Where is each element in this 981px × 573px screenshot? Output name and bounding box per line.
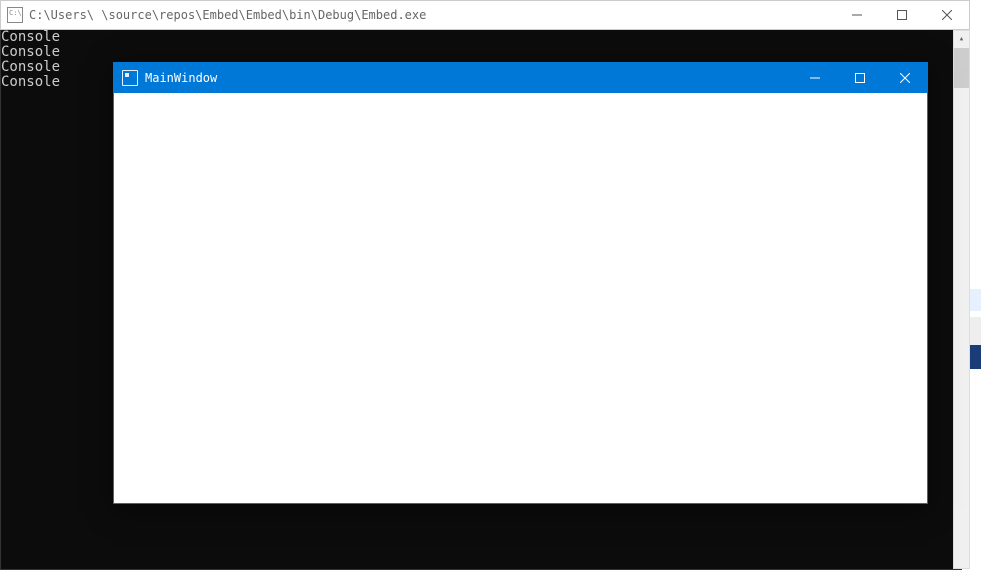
app-icon bbox=[122, 70, 138, 86]
console-line: Console bbox=[1, 30, 961, 45]
main-window-close-button[interactable] bbox=[882, 63, 927, 93]
console-maximize-button[interactable] bbox=[879, 1, 924, 29]
close-icon bbox=[900, 73, 910, 83]
console-title-bar[interactable]: C:\Users\ \source\repos\Embed\Embed\bin\… bbox=[0, 0, 970, 30]
main-window-minimize-button[interactable] bbox=[792, 63, 837, 93]
main-window-title-bar[interactable]: MainWindow bbox=[114, 63, 927, 93]
maximize-icon bbox=[855, 73, 865, 83]
minimize-icon bbox=[852, 10, 862, 20]
maximize-icon bbox=[897, 10, 907, 20]
scroll-up-arrow-icon[interactable]: ▴ bbox=[954, 31, 969, 48]
console-scrollbar[interactable]: ▴ bbox=[953, 30, 970, 569]
main-window-maximize-button[interactable] bbox=[837, 63, 882, 93]
console-minimize-button[interactable] bbox=[834, 1, 879, 29]
console-line: Console bbox=[1, 45, 961, 60]
minimize-icon bbox=[810, 73, 820, 83]
main-window-client-area[interactable] bbox=[114, 93, 927, 503]
console-close-button[interactable] bbox=[924, 1, 969, 29]
main-window-title: MainWindow bbox=[145, 71, 217, 85]
main-window: MainWindow bbox=[113, 62, 928, 504]
cmd-icon bbox=[7, 7, 23, 23]
scrollbar-thumb[interactable] bbox=[954, 48, 969, 88]
console-title-path: C:\Users\ \source\repos\Embed\Embed\bin\… bbox=[29, 8, 426, 22]
close-icon bbox=[942, 10, 952, 20]
